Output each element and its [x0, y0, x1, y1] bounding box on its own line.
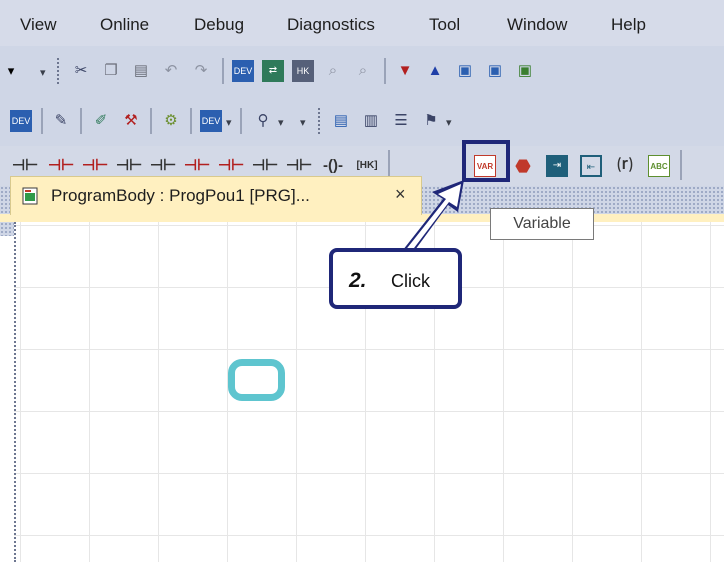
instruction-search-icon[interactable]: HK [292, 60, 314, 82]
toolbar-row-1: ▾ ▾ ✂ ❐ ▤ ↶ ↷ DEV ⇄ HK ⌕ ⌕ ▼ ▲ ▣ ▣ ▣ [0, 46, 724, 96]
contact-parallel-nc-icon[interactable]: ⊣⊢ [184, 155, 210, 177]
dropdown-arrow-icon[interactable]: ▾ [0, 60, 22, 82]
redo-icon[interactable]: ↷ [190, 60, 212, 82]
toolbar-overflow-icon[interactable]: ▾ [446, 116, 452, 129]
copy-icon[interactable]: ❐ [100, 60, 122, 82]
contact-no-icon[interactable]: ⊣⊢ [12, 155, 38, 177]
coil-icon[interactable]: -()- [322, 155, 344, 177]
edit-icon[interactable]: ✐ [90, 110, 112, 132]
toolbar-overflow-icon[interactable]: ▾ [40, 66, 46, 79]
canvas-left-rail [14, 222, 22, 562]
toolbar-separator [190, 108, 192, 134]
paste-icon[interactable]: ▤ [130, 60, 152, 82]
build-icon[interactable]: ⚙ [160, 110, 182, 132]
convert-icon[interactable]: ⚒ [120, 110, 142, 132]
monitor-icon[interactable]: ▣ [484, 60, 506, 82]
undo-icon[interactable]: ↶ [160, 60, 182, 82]
label-icon[interactable]: ⚑ [420, 110, 442, 132]
zoom-icon[interactable]: ⚲ [252, 110, 274, 132]
ladder-view-icon[interactable]: ▤ [330, 110, 352, 132]
toolbar-overflow-icon[interactable]: ▾ [300, 116, 306, 129]
tab-label: ProgramBody : ProgPou1 [PRG]... [51, 186, 310, 205]
monitor-stop-icon[interactable]: ▣ [514, 60, 536, 82]
menu-help[interactable]: Help [611, 15, 646, 35]
comment-icon[interactable]: ABC [648, 155, 670, 177]
dev-project-icon[interactable]: DEV [10, 110, 32, 132]
program-file-icon [22, 187, 38, 205]
toolbar-grip[interactable] [318, 108, 322, 134]
dropdown-arrow-icon[interactable]: ▾ [278, 116, 284, 129]
contact-parallel-fall-icon[interactable]: ⊣⊢ [252, 155, 278, 177]
close-icon[interactable]: × [395, 184, 406, 205]
toolbar-separator [41, 108, 43, 134]
menu-view[interactable]: View [20, 15, 57, 35]
toolbar-separator [150, 108, 152, 134]
find-icon[interactable]: ⌕ [322, 60, 344, 82]
verify-icon[interactable]: ▣ [454, 60, 476, 82]
fbd-view-icon[interactable]: ▥ [360, 110, 382, 132]
callout-text: Click [391, 271, 430, 291]
properties-icon[interactable]: ✎ [50, 110, 72, 132]
contact-fall-icon[interactable]: ⊣⊢ [116, 155, 142, 177]
menu-diagnostics[interactable]: Diagnostics [287, 15, 375, 35]
contact-parallel-no-icon[interactable]: ⊣⊢ [150, 155, 176, 177]
operator-icon[interactable]: ⬣ [512, 155, 534, 177]
tab-program-body[interactable]: ProgramBody : ProgPou1 [PRG]... × [10, 176, 422, 215]
toolbar-separator [680, 150, 682, 180]
editor-cursor[interactable] [228, 359, 285, 401]
tooltip: Variable [490, 208, 594, 240]
cut-icon[interactable]: ✂ [70, 60, 92, 82]
toolbar-grip[interactable] [57, 58, 61, 84]
input-icon[interactable]: ⇥ [546, 155, 568, 177]
menu-tool[interactable]: Tool [429, 15, 460, 35]
contact-parallel-rise-icon[interactable]: ⊣⊢ [218, 155, 244, 177]
menu-window[interactable]: Window [507, 15, 567, 35]
toolbar-separator [240, 108, 242, 134]
toolbar-row-2: DEV ✎ ✐ ⚒ ⚙ DEV ▾ ⚲ ▾ ▾ ▤ ▥ ☰ ⚑ ▾ [0, 96, 724, 146]
toolbar-separator [222, 58, 224, 84]
dropdown-arrow-icon[interactable]: ▾ [226, 116, 232, 129]
device-search-icon[interactable]: DEV [232, 60, 254, 82]
find-next-icon[interactable]: ⌕ [352, 60, 374, 82]
menu-bar: View Online Debug Diagnostics Tool Windo… [0, 0, 724, 46]
callout-step-number: 2. [349, 269, 367, 292]
contact-nc-icon[interactable]: ⊣⊢ [48, 155, 74, 177]
instruction-callout: 2. Click [329, 248, 462, 309]
toolbar-separator [80, 108, 82, 134]
device-replace-icon[interactable]: ⇄ [262, 60, 284, 82]
device-monitor-icon[interactable]: DEV [200, 110, 222, 132]
write-to-plc-icon[interactable]: ▼ [394, 60, 416, 82]
menu-debug[interactable]: Debug [194, 15, 244, 35]
output-icon[interactable]: ⇤ [580, 155, 602, 177]
contact-parallel-fall2-icon[interactable]: ⊣⊢ [286, 155, 312, 177]
toolbar-separator [384, 58, 386, 84]
function-block-icon[interactable]: [HK] [356, 155, 378, 177]
variable-button-highlight [462, 140, 510, 182]
contact-rise-icon[interactable]: ⊣⊢ [82, 155, 108, 177]
tab-underline [0, 214, 724, 222]
read-from-plc-icon[interactable]: ▲ [424, 60, 446, 82]
menu-online[interactable]: Online [100, 15, 149, 35]
list-view-icon[interactable]: ☰ [390, 110, 412, 132]
return-icon[interactable]: ⒭ [614, 155, 636, 177]
